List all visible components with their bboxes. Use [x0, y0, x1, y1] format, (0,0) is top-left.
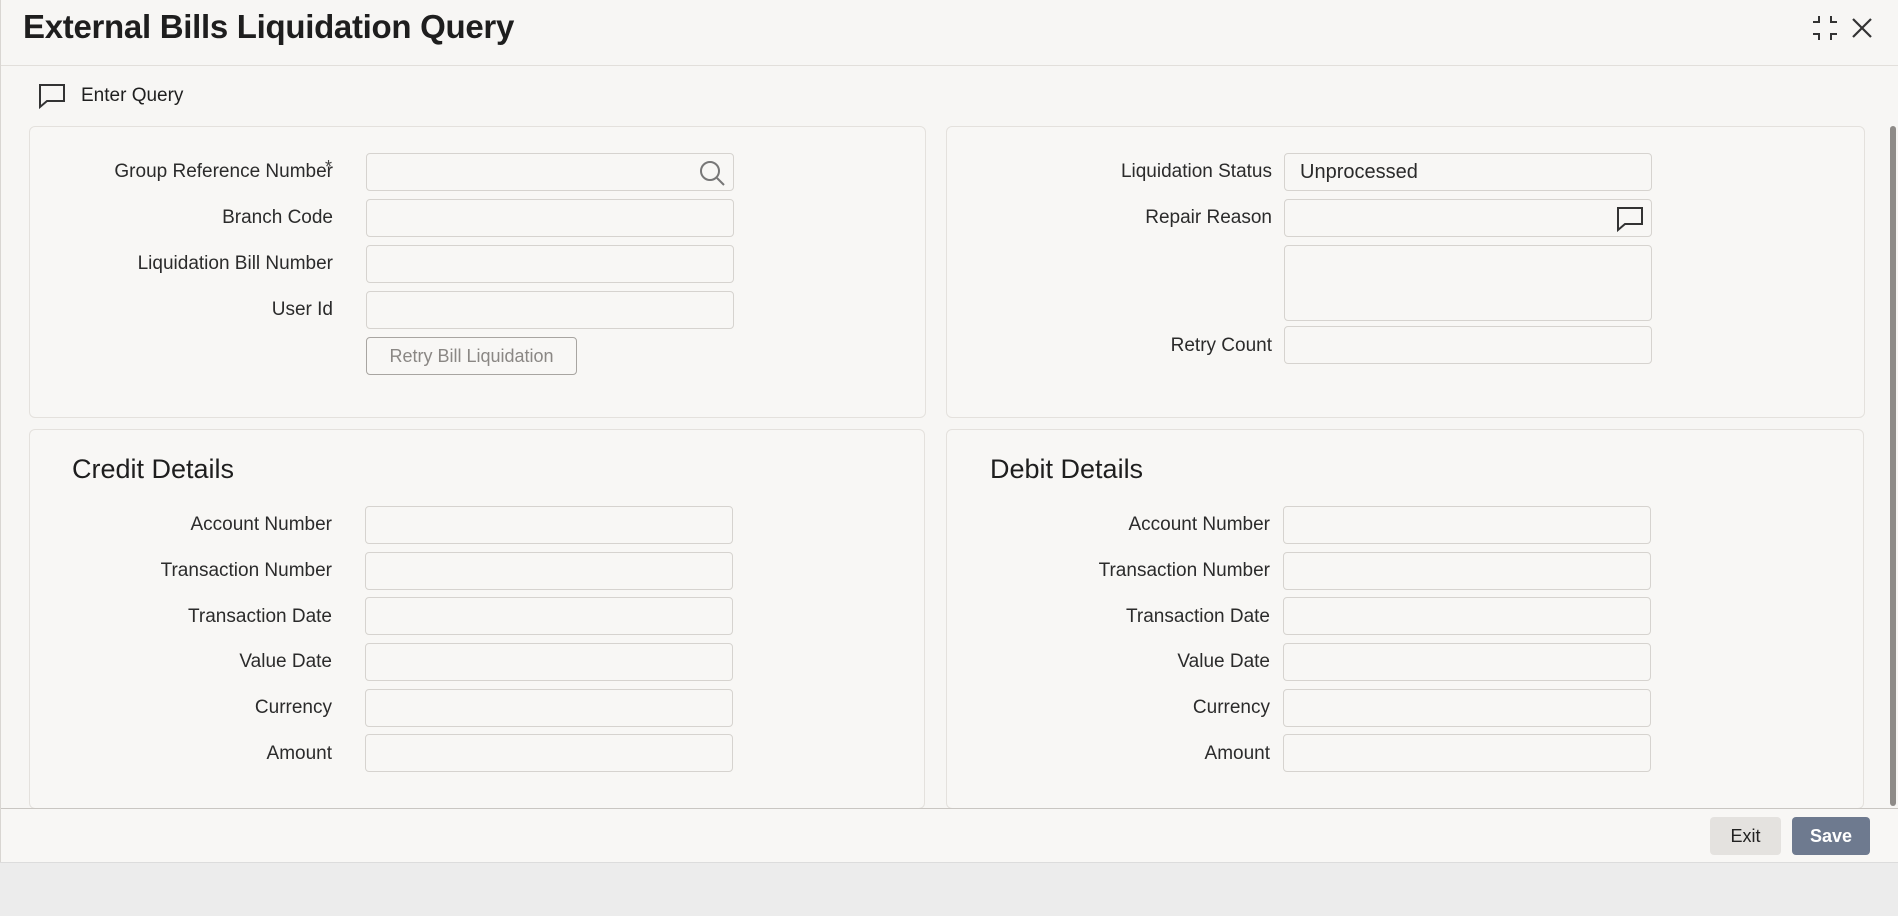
title-bar: External Bills Liquidation Query [1, 0, 1898, 66]
liquidation-status-label: Liquidation Status [1120, 161, 1272, 182]
debit-details-title: Debit Details [990, 454, 1144, 484]
speech-bubble-icon[interactable] [1615, 204, 1645, 234]
debit-currency-label: Currency [1192, 697, 1270, 718]
required-marker: * [325, 157, 333, 177]
repair-reason-label: Repair Reason [1145, 207, 1272, 228]
credit-transaction-date-label: Transaction Date [188, 606, 332, 627]
credit-account-number-input[interactable] [365, 506, 733, 544]
debit-value-date-input[interactable] [1283, 643, 1651, 681]
save-button[interactable]: Save [1792, 817, 1870, 855]
liquidation-status-field: Unprocessed [1284, 153, 1652, 191]
user-id-label: User Id [271, 299, 333, 320]
debit-amount-label: Amount [1204, 743, 1270, 764]
debit-value-date-label: Value Date [1177, 651, 1270, 672]
credit-details-panel: Credit Details Account Number Transactio… [29, 429, 925, 809]
credit-details-title: Credit Details [72, 454, 235, 484]
group-reference-input[interactable] [366, 153, 734, 191]
credit-currency-input[interactable] [365, 689, 733, 727]
credit-transaction-date-input[interactable] [365, 597, 733, 635]
debit-account-number-label: Account Number [1128, 514, 1270, 535]
liquidation-bill-number-input[interactable] [366, 245, 734, 283]
exit-button[interactable]: Exit [1710, 817, 1781, 855]
enter-query-label: Enter Query [81, 85, 184, 106]
credit-value-date-label: Value Date [239, 651, 332, 672]
debit-account-number-input[interactable] [1283, 506, 1651, 544]
debit-transaction-date-label: Transaction Date [1126, 606, 1270, 627]
speech-bubble-icon [39, 84, 65, 110]
group-reference-label: Group Reference Number [114, 161, 333, 182]
scrollbar-thumb[interactable] [1890, 126, 1896, 806]
retry-bill-liquidation-button[interactable]: Retry Bill Liquidation [366, 337, 577, 375]
status-panel: Liquidation Status Unprocessed Repair Re… [946, 126, 1865, 418]
credit-transaction-number-input[interactable] [365, 552, 733, 590]
enter-query-button[interactable]: Enter Query [37, 82, 183, 110]
query-panel: Group Reference Number * Branch Code Liq… [29, 126, 926, 418]
branch-code-input[interactable] [366, 199, 734, 237]
toolbar: Enter Query [1, 78, 1898, 118]
footer-bar: Exit Save [1, 808, 1898, 862]
credit-amount-input[interactable] [365, 734, 733, 772]
liquidation-bill-number-label: Liquidation Bill Number [137, 253, 333, 274]
retry-count-label: Retry Count [1170, 335, 1272, 356]
retry-count-field[interactable] [1284, 326, 1652, 364]
user-id-input[interactable] [366, 291, 734, 329]
debit-transaction-number-label: Transaction Number [1098, 560, 1270, 581]
credit-transaction-number-label: Transaction Number [160, 560, 332, 581]
maximize-icon[interactable] [1809, 12, 1841, 44]
debit-transaction-number-input[interactable] [1283, 552, 1651, 590]
debit-details-panel: Debit Details Account Number Transaction… [946, 429, 1864, 809]
repair-reason-textarea[interactable] [1284, 245, 1652, 321]
query-window: External Bills Liquidation Query Enter Q… [0, 0, 1898, 862]
search-icon[interactable] [697, 158, 727, 188]
debit-currency-input[interactable] [1283, 689, 1651, 727]
credit-value-date-input[interactable] [365, 643, 733, 681]
credit-amount-label: Amount [266, 743, 332, 764]
credit-account-number-label: Account Number [190, 514, 332, 535]
status-bar [0, 862, 1898, 916]
branch-code-label: Branch Code [222, 207, 333, 228]
close-icon[interactable] [1846, 12, 1878, 44]
repair-reason-input[interactable] [1284, 199, 1652, 237]
credit-currency-label: Currency [254, 697, 332, 718]
debit-amount-input[interactable] [1283, 734, 1651, 772]
debit-transaction-date-input[interactable] [1283, 597, 1651, 635]
window-title: External Bills Liquidation Query [23, 8, 514, 45]
